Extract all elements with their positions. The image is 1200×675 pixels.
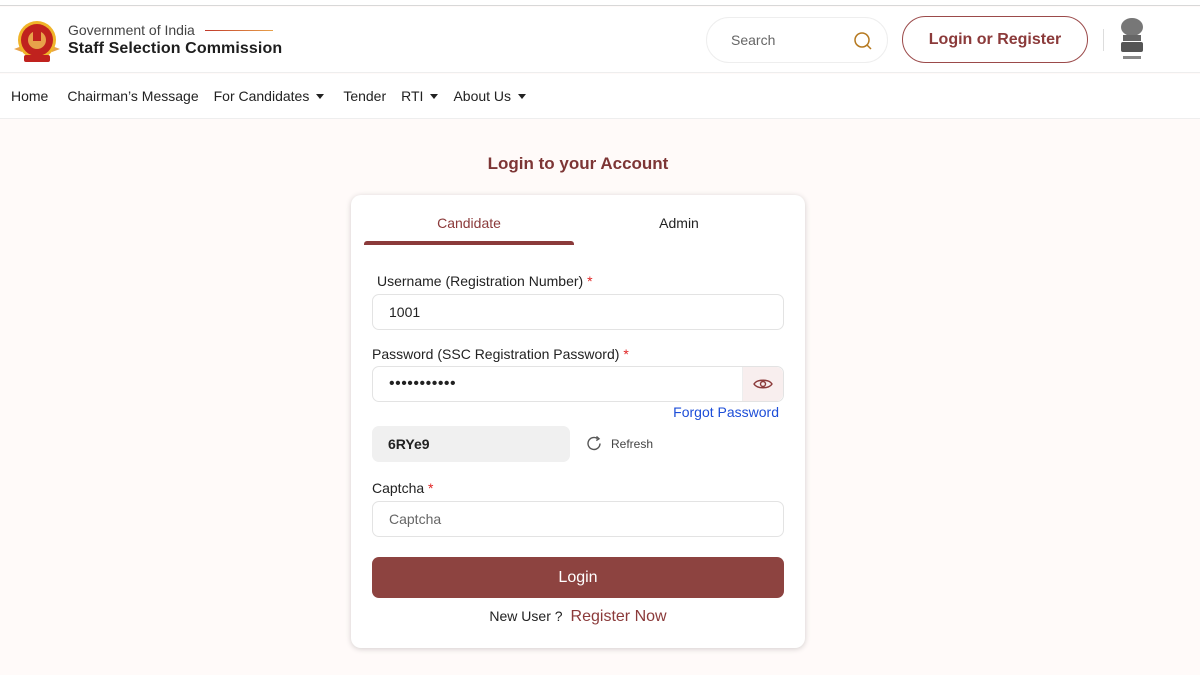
login-button[interactable]: Login	[372, 557, 784, 598]
captcha-field[interactable]	[372, 501, 784, 537]
search-input[interactable]	[731, 32, 841, 48]
username-field[interactable]	[372, 294, 784, 330]
login-or-register-button[interactable]: Login or Register	[902, 16, 1088, 63]
captcha-input[interactable]	[389, 511, 783, 527]
active-tab-indicator	[364, 241, 574, 245]
decorative-line	[204, 29, 273, 31]
password-label: Password (SSC Registration Password) *	[372, 346, 629, 362]
site-header: Government of India Staff Selection Comm…	[0, 7, 1200, 73]
org-name: Staff Selection Commission	[68, 40, 283, 57]
gov-label: Government of India	[68, 22, 282, 38]
main-nav: Home Chairman’s Message For Candidates T…	[0, 74, 1200, 119]
tab-admin[interactable]: Admin	[574, 215, 784, 231]
caret-down-icon	[430, 93, 439, 99]
register-now-link[interactable]: Register Now	[571, 608, 667, 626]
nav-about-us[interactable]: About Us	[453, 88, 527, 104]
nav-home[interactable]: Home	[11, 88, 48, 104]
search-box[interactable]	[706, 17, 888, 63]
required-mark: *	[587, 273, 593, 289]
username-input[interactable]	[389, 304, 783, 320]
forgot-password-link[interactable]: Forgot Password	[673, 404, 779, 420]
toggle-password-visibility-button[interactable]	[742, 367, 783, 401]
divider	[1103, 29, 1104, 51]
nav-chairmans-message[interactable]: Chairman’s Message	[67, 88, 198, 104]
tab-candidate[interactable]: Candidate	[364, 215, 574, 231]
top-border	[0, 0, 1200, 6]
captcha-image: 6RYe9	[372, 426, 570, 462]
nav-tender[interactable]: Tender	[343, 88, 386, 104]
brand: Government of India Staff Selection Comm…	[68, 22, 282, 58]
national-emblem-icon	[1121, 18, 1143, 59]
ssc-logo[interactable]	[12, 19, 62, 65]
refresh-icon	[587, 435, 601, 451]
refresh-captcha-button[interactable]: Refresh	[586, 435, 653, 452]
caret-down-icon	[518, 93, 527, 99]
search-icon[interactable]	[853, 31, 873, 51]
caret-down-icon	[316, 93, 325, 99]
eye-icon	[753, 379, 773, 389]
password-input[interactable]	[389, 375, 783, 393]
captcha-label: Captcha *	[372, 480, 434, 496]
nav-rti[interactable]: RTI	[401, 88, 439, 104]
new-user-text: New User ?	[489, 608, 563, 624]
nav-for-candidates[interactable]: For Candidates	[214, 88, 325, 104]
required-mark: *	[428, 480, 434, 496]
password-field[interactable]	[372, 366, 784, 402]
page-title: Login to your Account	[487, 154, 669, 173]
login-card: Candidate Admin Username (Registration N…	[351, 195, 805, 648]
username-label: Username (Registration Number) *	[377, 273, 593, 289]
new-user-row: New User ? Register Now	[351, 608, 805, 626]
required-mark: *	[623, 346, 629, 362]
